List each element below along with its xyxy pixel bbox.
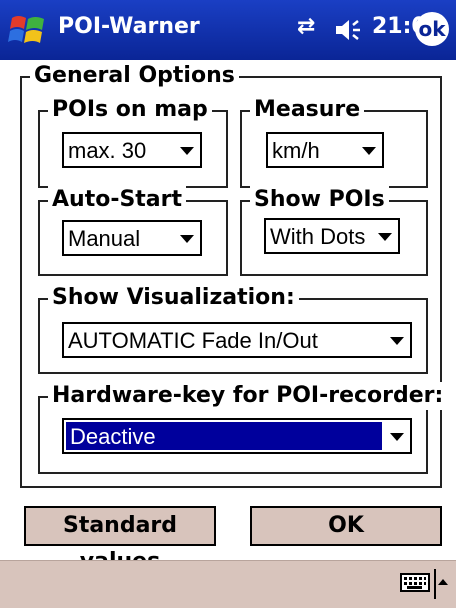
hardware-key-legend: Hardware-key for POI-recorder: <box>48 382 448 410</box>
hardware-key-select[interactable]: Deactive <box>62 418 412 454</box>
chevron-down-icon <box>390 433 404 441</box>
auto-start-legend: Auto-Start <box>48 186 187 214</box>
show-visualization-legend: Show Visualization: <box>48 284 299 312</box>
standard-values-button[interactable]: Standard values <box>24 506 216 574</box>
chevron-down-icon <box>362 147 376 155</box>
measure-legend: Measure <box>250 96 365 124</box>
show-visualization-select[interactable]: AUTOMATIC Fade In/Out <box>62 322 412 358</box>
show-pois-select[interactable]: With Dots <box>264 218 400 254</box>
pois-on-map-value: max. 30 <box>68 138 147 163</box>
divider <box>434 569 436 599</box>
connectivity-icon[interactable]: ⇄ <box>297 14 315 39</box>
pois-on-map-legend: POIs on map <box>48 96 212 124</box>
measure-value: km/h <box>272 138 320 163</box>
app-title: POI-Warner <box>58 14 200 39</box>
chevron-down-icon <box>180 147 194 155</box>
show-pois-value: With Dots <box>270 224 366 249</box>
general-options-legend: General Options <box>30 62 239 90</box>
options-panel: General Options POIs on map max. 30 Meas… <box>0 60 456 574</box>
keyboard-icon[interactable] <box>400 571 430 593</box>
pois-on-map-select[interactable]: max. 30 <box>62 132 202 168</box>
hardware-key-value: Deactive <box>66 422 382 450</box>
auto-start-value: Manual <box>68 226 141 251</box>
chevron-down-icon <box>180 235 194 243</box>
title-bar: POI-Warner ⇄ 21:02 ok <box>0 0 456 60</box>
speaker-icon[interactable] <box>334 17 364 43</box>
ok-button[interactable]: OK <box>250 506 442 546</box>
up-arrow-icon[interactable] <box>438 579 448 585</box>
chevron-down-icon <box>390 337 404 345</box>
soft-key-bar <box>0 560 456 608</box>
ok-title-button[interactable]: ok <box>415 12 449 46</box>
chevron-down-icon <box>378 233 392 241</box>
measure-select[interactable]: km/h <box>266 132 384 168</box>
show-pois-legend: Show POIs <box>250 186 389 214</box>
show-visualization-value: AUTOMATIC Fade In/Out <box>68 328 318 353</box>
windows-logo-icon[interactable] <box>8 12 48 48</box>
auto-start-select[interactable]: Manual <box>62 220 202 256</box>
